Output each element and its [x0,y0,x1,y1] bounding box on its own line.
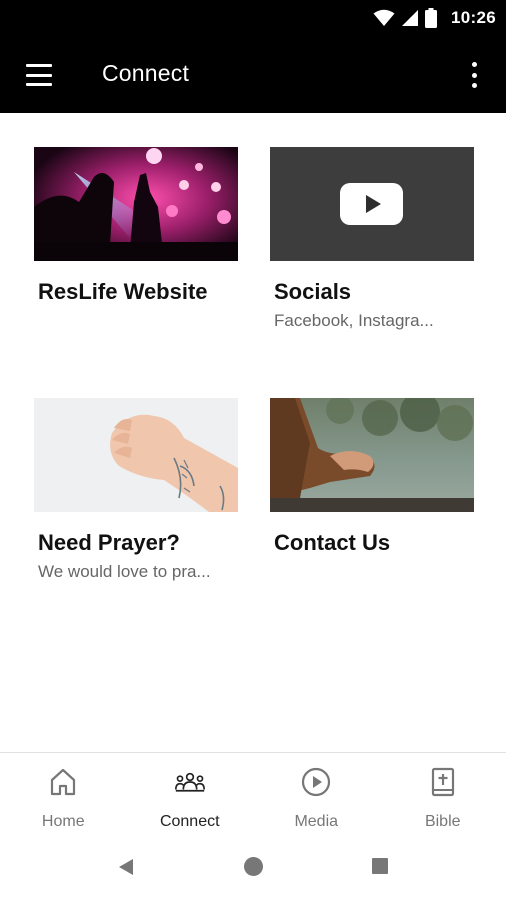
nav-item-bible[interactable]: Bible [380,753,506,836]
people-group-icon [174,767,205,797]
home-circle-icon[interactable] [244,857,263,876]
system-navigation-bar [0,836,506,900]
tile-title: Need Prayer? [38,530,180,555]
nav-label: Home [41,813,85,830]
nav-item-connect[interactable]: Connect [127,753,254,836]
page-title: Connect [102,60,190,86]
concert-crowd-photo-art [34,147,238,261]
nav-label: Bible [424,813,461,830]
tile-reslife-website[interactable]: ResLife Website [34,147,238,311]
hamburger-menu-icon[interactable] [24,61,54,89]
nav-item-media[interactable]: Media [253,753,380,836]
app-bar: Connect [0,37,506,113]
tile-need-prayer[interactable]: Need Prayer? We would love to pra... [34,398,238,582]
status-icons: 10:26 [373,7,496,29]
praying-hands-photo-art [34,398,238,512]
tile-contact-us[interactable]: Contact Us [270,398,474,562]
home-icon [48,767,78,797]
tile-subtitle: We would love to pra... [38,562,211,581]
person-by-lake-photo [270,398,474,512]
bottom-navigation: Home Connect Media Bible [0,752,506,836]
more-vertical-icon[interactable] [464,59,484,91]
person-by-lake-photo-art [270,398,474,512]
battery-icon [425,8,438,28]
tile-title: ResLife Website [38,279,208,304]
cellular-signal-icon [402,10,419,26]
bible-icon [428,767,458,797]
status-bar: 10:26 [0,0,506,37]
status-time: 10:26 [451,8,496,27]
tile-socials[interactable]: Socials Facebook, Instagra... [270,147,474,331]
youtube-thumbnail [270,147,474,261]
praying-hands-photo [34,398,238,512]
nav-label: Connect [159,813,220,830]
nav-label: Media [294,813,339,830]
tile-subtitle: Facebook, Instagra... [274,311,434,330]
nav-item-home[interactable]: Home [0,753,127,836]
concert-crowd-photo [34,147,238,261]
tile-title: Contact Us [274,530,391,555]
tile-title: Socials [274,279,352,304]
wifi-icon [373,9,395,26]
back-triangle-icon[interactable] [117,858,135,876]
recents-square-icon[interactable] [372,858,388,874]
youtube-play-icon [340,183,403,225]
play-circle-icon [301,767,331,797]
